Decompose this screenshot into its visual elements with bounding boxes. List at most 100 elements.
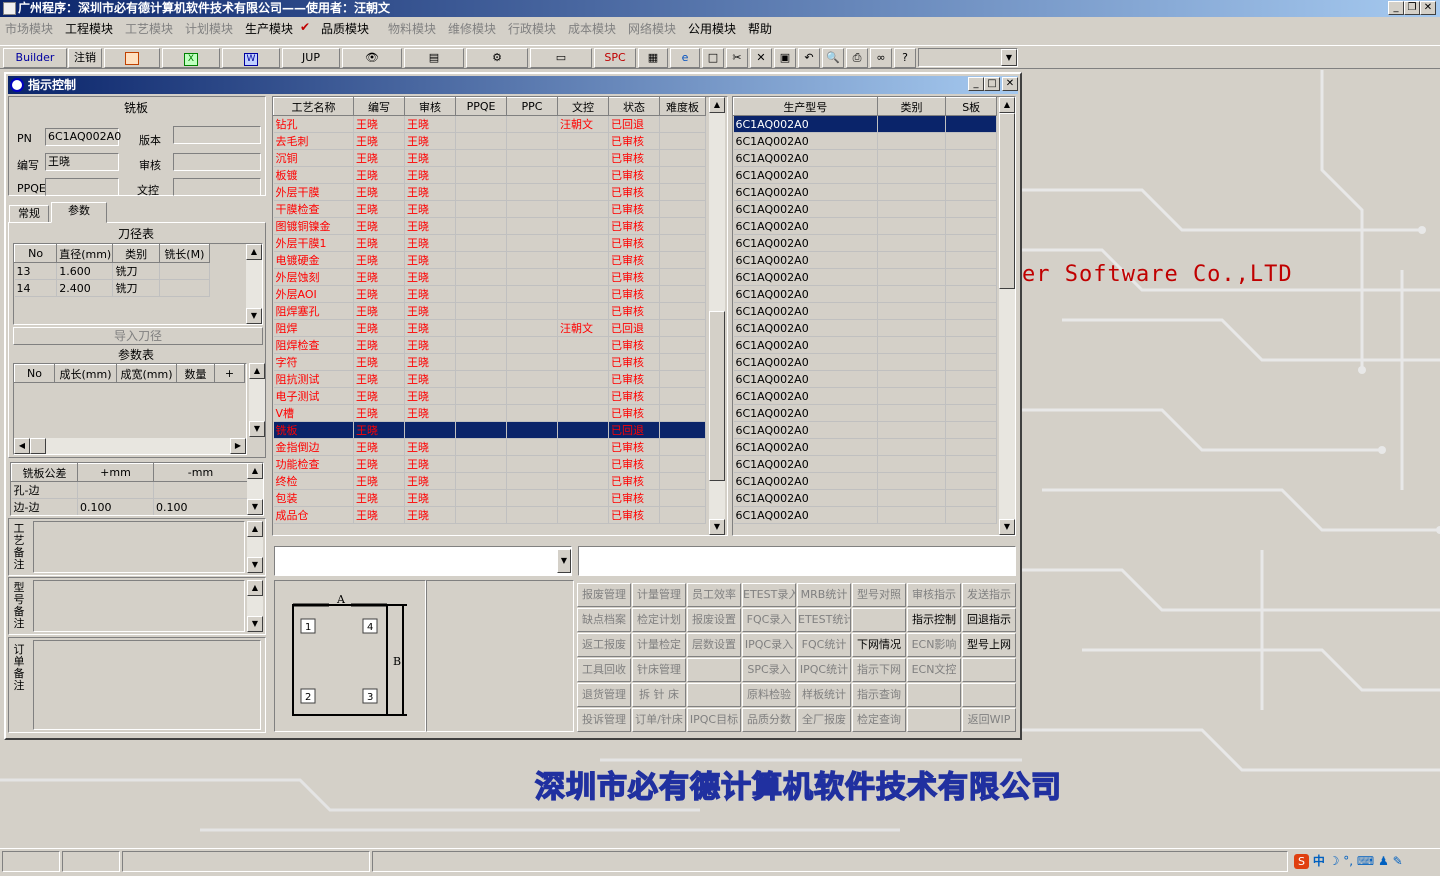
model-cell[interactable]: 6C1AQ002A0 [733,217,878,235]
process-row-cell[interactable]: 王晓 [404,404,456,422]
function-button-0-4[interactable]: MRB统计 [797,583,851,607]
function-button-5-5[interactable]: 检定查询 [852,708,906,732]
process-row[interactable]: 外层AOI 王晓 王晓 已审核 [273,285,706,303]
process-row-cell[interactable]: 王晓 [353,506,405,524]
process-row[interactable]: 终检 王晓 王晓 已审核 [273,472,706,490]
model-cell[interactable]: 6C1AQ002A0 [733,166,878,184]
function-button-1-0[interactable]: 缺点档案 [577,608,631,632]
model-row[interactable]: 6C1AQ002A0 [733,251,997,269]
spc-button[interactable]: SPC [594,48,636,68]
process-row-cell[interactable]: 成品仓 [273,506,354,524]
process-row-cell[interactable] [506,489,558,507]
logout-button[interactable]: 注销 [68,48,102,68]
model-cell[interactable]: 6C1AQ002A0 [733,455,878,473]
process-row-cell[interactable] [455,336,507,354]
model-col-header[interactable]: 生产型号 [733,97,878,116]
process-row-cell[interactable] [659,472,706,490]
process-row-cell[interactable]: 王晓 [404,319,456,337]
process-row-cell[interactable]: 外层干膜1 [273,234,354,252]
process-row-cell[interactable] [455,438,507,456]
model-row[interactable]: 6C1AQ002A0 [733,370,997,388]
function-button-1-6[interactable]: 指示控制 [907,608,961,632]
menu-item-6[interactable]: 物料模块 [388,20,436,37]
process-row-cell[interactable] [506,404,558,422]
word-button[interactable]: W [222,48,280,68]
process-row-cell[interactable] [455,506,507,524]
model-cell[interactable]: 6C1AQ002A0 [733,285,878,303]
process-row-cell[interactable]: 干膜检查 [273,200,354,218]
process-row-cell[interactable] [659,268,706,286]
chevron-down-icon[interactable]: ▼ [557,549,571,573]
process-row-cell[interactable]: 王晓 [404,268,456,286]
tool-row-cell[interactable]: 2.400 [56,279,114,297]
process-row[interactable]: 阻焊塞孔 王晓 王晓 已审核 [273,302,706,320]
model-row[interactable]: 6C1AQ002A0 [733,200,997,218]
tol-row[interactable]: 边-边 0.100 0.100 [11,498,248,515]
process-row[interactable]: 去毛刺 王晓 王晓 已审核 [273,132,706,150]
process-row-cell[interactable] [659,353,706,371]
model-cell[interactable] [945,149,997,167]
process-row-cell[interactable] [557,506,609,524]
process-row-cell[interactable]: 已审核 [608,132,660,150]
process-row-cell[interactable] [506,506,558,524]
toolbar-combo[interactable]: ▼ [918,48,1018,67]
process-row[interactable]: 字符 王晓 王晓 已审核 [273,353,706,371]
process-col-header[interactable]: 审核 [404,97,456,116]
process-row-cell[interactable] [455,217,507,235]
wrench-icon[interactable]: ✎ [1393,854,1403,868]
process-row-cell[interactable] [557,472,609,490]
window-close-button[interactable]: ✕ [1002,77,1018,91]
process-row-cell[interactable]: 王晓 [404,132,456,150]
process-row-cell[interactable]: 王晓 [404,115,456,133]
menu-item-3[interactable]: 计划模块 [185,20,233,37]
process-row-cell[interactable]: 王晓 [404,353,456,371]
function-button-1-3[interactable]: FQC录入 [742,608,796,632]
model-cell[interactable] [877,234,947,252]
model-cell[interactable] [945,234,997,252]
model-cell[interactable]: 6C1AQ002A0 [733,489,878,507]
process-row-cell[interactable] [455,489,507,507]
process-row-cell[interactable]: 已审核 [608,506,660,524]
function-button-3-3[interactable]: SPC录入 [742,658,796,682]
model-cell[interactable]: 6C1AQ002A0 [733,302,878,320]
process-row-cell[interactable] [659,438,706,456]
function-button-4-1[interactable]: 拆 针 床 [632,683,686,707]
process-row-cell[interactable] [659,115,706,133]
model-cell[interactable] [945,183,997,201]
process-row-cell[interactable] [455,404,507,422]
tol-col-header[interactable]: +mm [77,463,154,482]
save-button[interactable]: ▣ [774,48,796,68]
process-row-cell[interactable]: 电镀硬金 [273,251,354,269]
process-row-cell[interactable]: 已审核 [608,251,660,269]
process-row[interactable]: 包装 王晓 王晓 已审核 [273,489,706,507]
tool-row-cell[interactable] [159,279,211,297]
punct-icon[interactable]: °, [1343,854,1353,868]
model-cell[interactable] [945,370,997,388]
tol-row-cell[interactable]: 边-边 [11,498,78,515]
model-cell[interactable] [877,166,947,184]
process-row[interactable]: 电子测试 王晓 王晓 已审核 [273,387,706,405]
function-button-4-5[interactable]: 指示查询 [852,683,906,707]
model-row[interactable]: 6C1AQ002A0 [733,234,997,252]
network-button[interactable]: ⚙ [466,48,528,68]
model-cell[interactable] [945,200,997,218]
model-cell[interactable]: 6C1AQ002A0 [733,370,878,388]
process-row[interactable]: 功能检查 王晓 王晓 已审核 [273,455,706,473]
model-cell[interactable] [945,302,997,320]
function-button-1-5[interactable] [852,608,906,632]
model-cell[interactable] [945,438,997,456]
function-button-1-7[interactable]: 回退指示 [962,608,1016,632]
tool-row-cell[interactable]: 13 [14,262,58,280]
undo-button[interactable]: ↶ [798,48,820,68]
process-row-cell[interactable]: 王晓 [353,251,405,269]
model-row[interactable]: 6C1AQ002A0 [733,183,997,201]
model-cell[interactable] [877,149,947,167]
process-row-cell[interactable]: 已审核 [608,149,660,167]
model-cell[interactable] [945,472,997,490]
param-hscrollbar[interactable]: ◀ ▶ [14,438,246,454]
process-row-cell[interactable]: 包装 [273,489,354,507]
process-row[interactable]: 沉铜 王晓 王晓 已审核 [273,149,706,167]
process-row-cell[interactable] [659,319,706,337]
process-row-cell[interactable] [506,115,558,133]
menu-item-5[interactable]: 品质模块 [321,20,369,37]
